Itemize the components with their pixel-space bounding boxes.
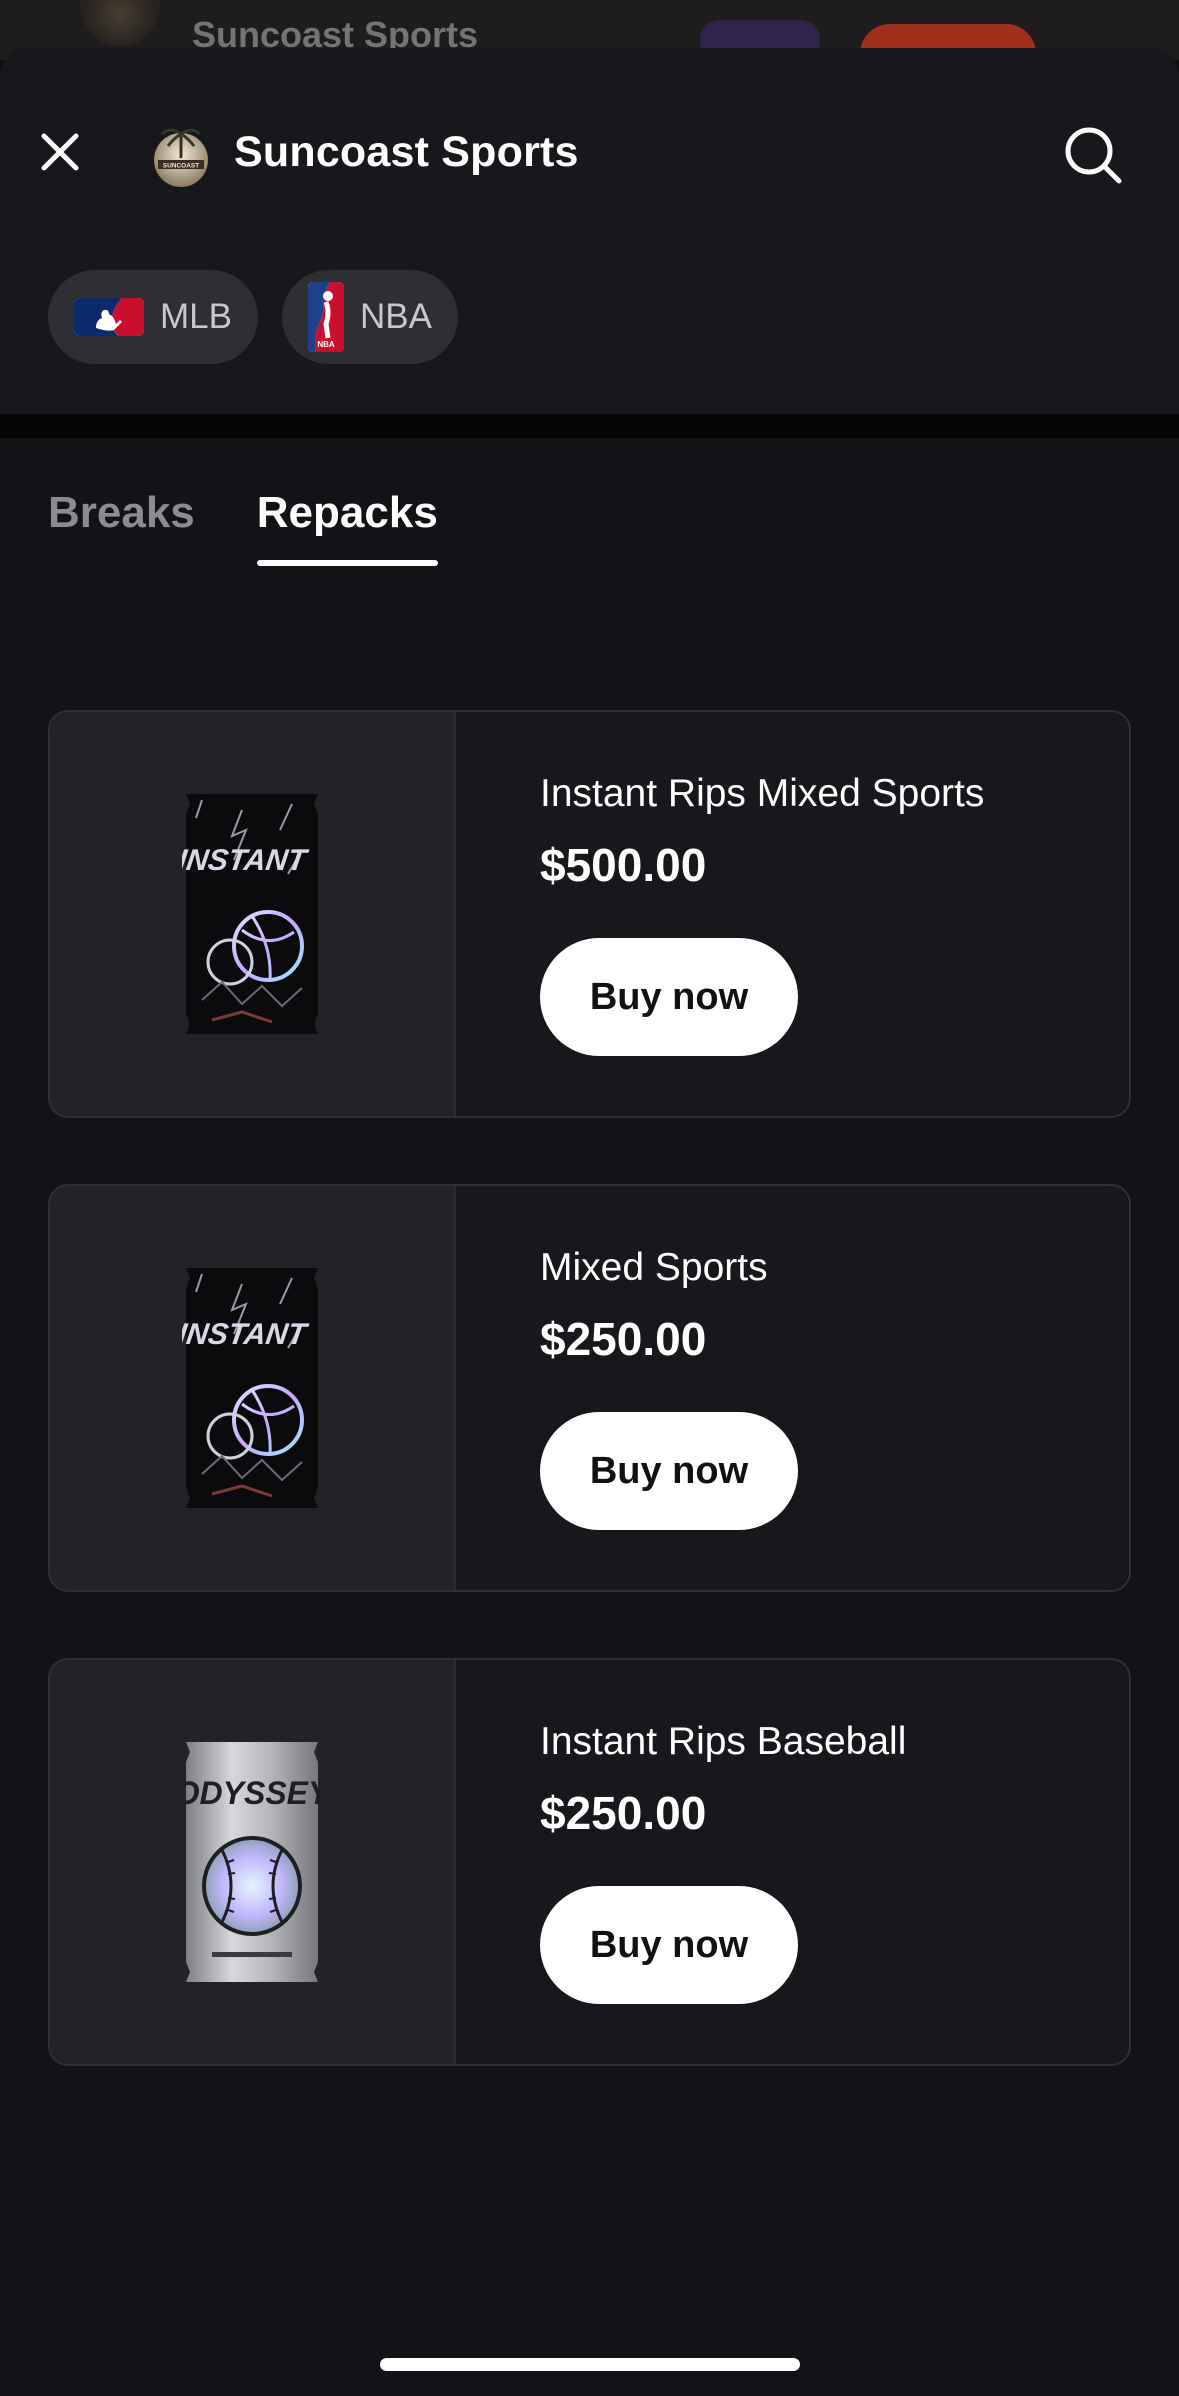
- product-card[interactable]: INSTANT Instant Rips Mixed Sports $500.0…: [48, 710, 1131, 1118]
- svg-text:ODYSSEY: ODYSSEY: [182, 1775, 322, 1811]
- product-thumbnail: INSTANT: [50, 1186, 456, 1590]
- close-button[interactable]: [30, 122, 90, 182]
- instant-rips-pack-image: INSTANT: [182, 794, 318, 1034]
- buy-now-button[interactable]: Buy now: [540, 1886, 798, 2004]
- svg-text:INSTANT: INSTANT: [182, 1318, 311, 1351]
- product-info: Instant Rips Baseball $250.00 Buy now: [456, 1660, 1129, 2064]
- odyssey-pack-image: ODYSSEY: [182, 1742, 322, 1982]
- chip-label: MLB: [160, 297, 232, 336]
- search-button[interactable]: [1060, 122, 1126, 188]
- product-name: Mixed Sports: [540, 1246, 768, 1289]
- league-filter-chips: MLB NBA NBA: [48, 270, 458, 364]
- tab-bar: Breaks Repacks: [48, 488, 438, 566]
- tab-repacks[interactable]: Repacks: [256, 488, 438, 566]
- buy-now-button[interactable]: Buy now: [540, 938, 798, 1056]
- search-icon: [1065, 127, 1122, 184]
- page-title: Suncoast Sports: [234, 128, 579, 176]
- home-indicator[interactable]: [380, 2358, 800, 2371]
- product-thumbnail: ODYSSEY: [50, 1660, 456, 2064]
- store-logo: SUNCOAST: [154, 128, 208, 187]
- product-price: $500.00: [540, 839, 707, 891]
- chip-nba[interactable]: NBA NBA: [281, 270, 458, 364]
- product-price: $250.00: [540, 1787, 707, 1839]
- product-price: $250.00: [540, 1313, 707, 1365]
- svg-text:NBA: NBA: [317, 340, 335, 349]
- section-divider: [0, 414, 1179, 438]
- sheet-header: SUNCOAST Suncoast Sports MLB NBA NBA: [0, 48, 1179, 414]
- product-list: INSTANT Instant Rips Mixed Sports $500.0…: [48, 710, 1131, 2132]
- nba-logo-icon: NBA: [307, 282, 344, 352]
- instant-rips-pack-image: INSTANT: [182, 1268, 318, 1508]
- svg-text:INSTANT: INSTANT: [182, 844, 311, 877]
- mlb-logo-icon: [74, 298, 144, 336]
- store-sheet: SUNCOAST Suncoast Sports MLB NBA NBA Bre…: [0, 48, 1179, 2396]
- product-card[interactable]: ODYSSEY Instant Rips Baseball $250.00 Bu…: [48, 1658, 1131, 2066]
- product-name: Instant Rips Baseball: [540, 1720, 907, 1763]
- product-card[interactable]: INSTANT Mixed Sports $250.00 Buy now: [48, 1184, 1131, 1592]
- background-logo: [80, 0, 160, 46]
- logo-text: SUNCOAST: [163, 163, 200, 170]
- chip-mlb[interactable]: MLB: [48, 270, 258, 364]
- product-name: Instant Rips Mixed Sports: [540, 772, 985, 815]
- buy-now-button[interactable]: Buy now: [540, 1412, 798, 1530]
- product-info: Instant Rips Mixed Sports $500.00 Buy no…: [456, 712, 1129, 1116]
- content-area: Breaks Repacks INSTANT Instant Rips Mixe…: [0, 438, 1179, 2396]
- product-thumbnail: INSTANT: [50, 712, 456, 1116]
- tab-breaks[interactable]: Breaks: [48, 488, 195, 566]
- close-icon: [41, 133, 79, 171]
- chip-label: NBA: [359, 297, 432, 336]
- product-info: Mixed Sports $250.00 Buy now: [456, 1186, 1129, 1590]
